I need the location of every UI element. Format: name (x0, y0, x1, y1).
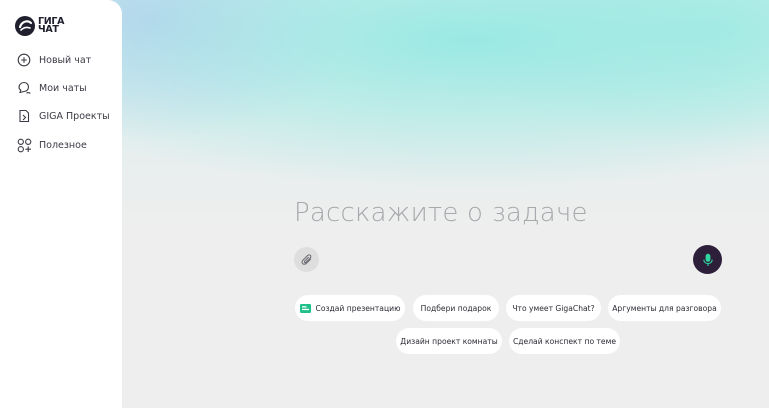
prompt-input[interactable]: Расскажите о задаче (294, 198, 714, 228)
suggestion-chip-room-design[interactable]: Дизайн проект комнаты (396, 328, 502, 354)
apps-icon (16, 137, 32, 153)
sidebar-item-label: Новый чат (39, 54, 92, 66)
attach-button[interactable] (294, 247, 319, 272)
chats-icon (16, 80, 32, 96)
sidebar-item-label: Мои чаты (39, 82, 87, 94)
gigachat-logo[interactable]: ГИГА ЧАТ (14, 14, 78, 38)
chip-label: Подбери подарок (420, 303, 492, 313)
gigachat-logo-icon (15, 16, 35, 36)
projects-icon (16, 108, 32, 124)
chip-label: Что умеет GigaChat? (512, 303, 595, 313)
presentation-icon (299, 303, 311, 313)
logo-text: ГИГА ЧАТ (38, 17, 65, 35)
chip-label: Аргументы для разговора (612, 303, 717, 313)
microphone-button[interactable] (693, 245, 722, 274)
logo-line-2: ЧАТ (38, 24, 59, 35)
chip-label: Создай презентацию (315, 303, 401, 313)
suggestion-chip-what-can-gigachat[interactable]: Что умеет GigaChat? (506, 295, 601, 321)
sidebar: ГИГА ЧАТ Новый чат Мои чаты GIGA Проекты… (0, 0, 122, 408)
sidebar-item-label: GIGA Проекты (39, 110, 110, 122)
suggestion-chip-summary[interactable]: Сделай конспект по теме (509, 328, 620, 354)
sidebar-item-my-chats[interactable]: Мои чаты (16, 78, 116, 98)
sidebar-item-new-chat[interactable]: Новый чат (16, 50, 116, 70)
paperclip-icon (300, 253, 314, 267)
sidebar-item-label: Полезное (39, 139, 87, 151)
chip-label: Дизайн проект комнаты (400, 336, 498, 346)
microphone-icon (702, 253, 714, 267)
suggestion-chip-gift[interactable]: Подбери подарок (413, 295, 499, 321)
sidebar-item-useful[interactable]: Полезное (16, 135, 116, 155)
suggestion-chip-create-presentation[interactable]: Создай презентацию (295, 295, 405, 321)
suggestion-chip-arguments[interactable]: Аргументы для разговора (608, 295, 721, 321)
new-chat-icon (16, 52, 32, 68)
sidebar-item-giga-projects[interactable]: GIGA Проекты (16, 106, 116, 126)
chip-label: Сделай конспект по теме (512, 336, 617, 346)
